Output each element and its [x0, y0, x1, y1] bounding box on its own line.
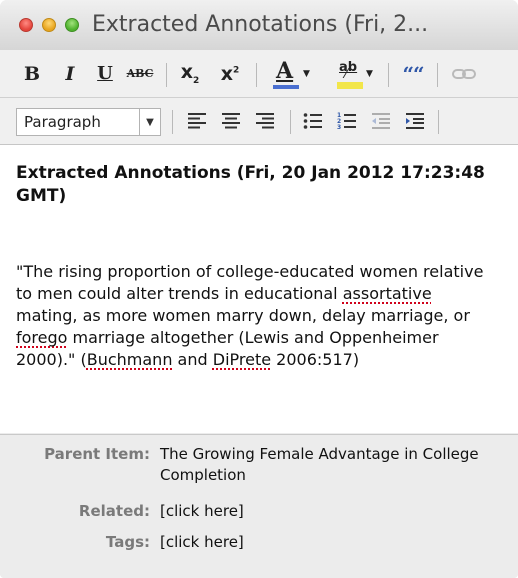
blockquote-icon: ““ — [402, 61, 424, 86]
outdent-icon — [371, 112, 391, 130]
note-body: "The rising proportion of college-educat… — [16, 262, 484, 369]
align-right-button[interactable] — [248, 98, 282, 144]
window-title: Extracted Annotations (Fri, 2... — [92, 12, 429, 37]
align-center-icon — [221, 112, 241, 130]
align-center-button[interactable] — [214, 98, 248, 144]
related-link[interactable]: [click here] — [160, 501, 505, 522]
note-metadata: Parent Item: The Growing Female Advantag… — [0, 434, 518, 578]
text-color-swatch — [273, 84, 300, 89]
strikethrough-button[interactable]: ABC — [124, 50, 156, 97]
note-editor[interactable]: Extracted Annotations (Fri, 20 Jan 2012 … — [0, 145, 518, 433]
indent-button[interactable] — [398, 98, 432, 144]
text-color-button[interactable]: A ▼ — [263, 50, 319, 97]
link-icon — [452, 67, 476, 81]
underline-button[interactable]: U — [91, 50, 119, 97]
toolbar-divider — [290, 110, 291, 134]
toolbar-divider — [172, 110, 173, 134]
subscript-icon: x2 — [180, 61, 200, 86]
related-label: Related: — [78, 502, 150, 520]
misspelled-word[interactable]: DiPrete — [213, 350, 271, 369]
chevron-down-icon: ▼ — [366, 68, 373, 79]
subscript-button[interactable]: x2 — [174, 50, 206, 97]
minimize-window-button[interactable] — [42, 18, 56, 32]
bold-button[interactable]: B — [18, 50, 46, 97]
title-bar[interactable]: Extracted Annotations (Fri, 2... — [0, 0, 518, 51]
indent-icon — [405, 112, 425, 130]
chevron-down-icon: ▼ — [303, 68, 310, 79]
toolbar-divider — [388, 63, 389, 87]
tags-link[interactable]: [click here] — [160, 532, 505, 553]
tags-label: Tags: — [105, 533, 150, 551]
toolbar-divider — [256, 63, 257, 87]
svg-text:3: 3 — [337, 124, 341, 130]
align-left-button[interactable] — [180, 98, 214, 144]
toolbar-divider — [438, 110, 439, 134]
parent-item-value[interactable]: The Growing Female Advantage in College … — [160, 444, 505, 486]
italic-icon: I — [65, 62, 75, 85]
toolbar-divider — [437, 63, 438, 87]
numbered-list-icon: 123 — [337, 112, 357, 130]
strikethrough-icon: ABC — [126, 67, 154, 80]
highlight-icon: ab ⁄ — [337, 58, 364, 90]
toolbar-divider — [166, 63, 167, 87]
align-right-icon — [255, 112, 275, 130]
superscript-icon: x2 — [220, 62, 240, 85]
bullet-list-button[interactable] — [296, 98, 330, 144]
format-select[interactable]: Paragraph ▼ — [16, 108, 161, 136]
align-left-icon — [187, 112, 207, 130]
formatting-toolbar: B I U ABC x2 x2 A ▼ ab ⁄ ▼ ““ — [0, 50, 518, 98]
note-heading: Extracted Annotations (Fri, 20 Jan 2012 … — [16, 163, 485, 206]
superscript-button[interactable]: x2 — [214, 50, 246, 97]
link-button[interactable] — [444, 50, 484, 97]
outdent-button[interactable] — [364, 98, 398, 144]
bullet-list-icon — [303, 112, 323, 130]
misspelled-word[interactable]: Buchmann — [87, 350, 173, 369]
underline-icon: U — [97, 63, 113, 84]
zoom-window-button[interactable] — [65, 18, 79, 32]
parent-item-label: Parent Item: — [44, 445, 150, 463]
italic-button[interactable]: I — [56, 50, 84, 97]
bold-icon: B — [23, 62, 41, 85]
numbered-list-button[interactable]: 123 — [330, 98, 364, 144]
chevron-down-icon: ▼ — [139, 109, 160, 135]
text-color-icon: A — [272, 58, 300, 90]
paragraph-toolbar: Paragraph ▼ 123 — [0, 98, 518, 145]
close-window-button[interactable] — [19, 18, 33, 32]
blockquote-button[interactable]: ““ — [395, 50, 431, 97]
highlight-color-button[interactable]: ab ⁄ ▼ — [328, 50, 382, 97]
misspelled-word[interactable]: assortative — [343, 284, 432, 303]
misspelled-word[interactable]: forego — [16, 328, 67, 347]
highlight-swatch — [337, 81, 364, 89]
note-window: Extracted Annotations (Fri, 2... B I U A… — [0, 0, 518, 578]
